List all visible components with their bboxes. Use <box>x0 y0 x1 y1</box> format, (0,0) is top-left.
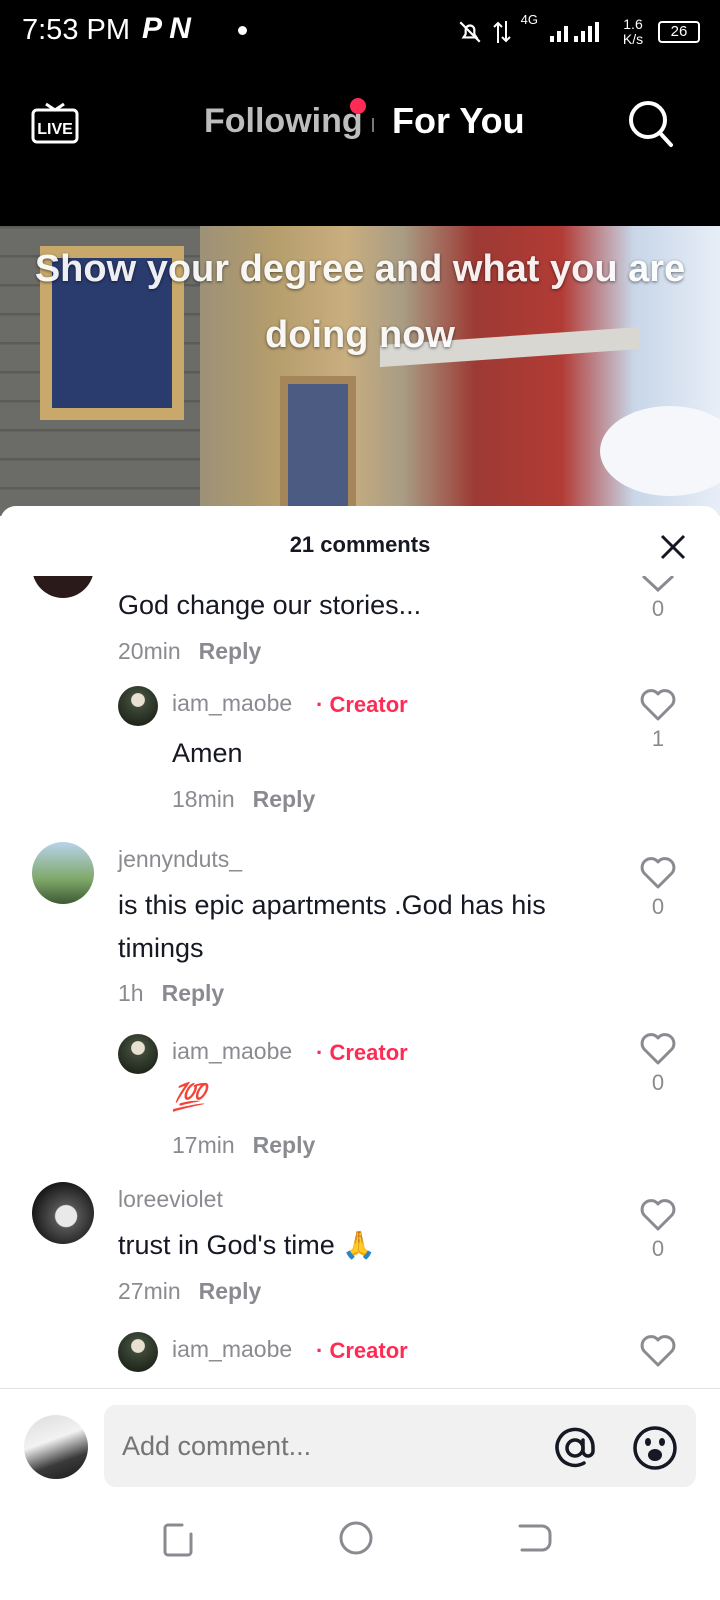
status-right-group: 4G 1.6 K/s 26 <box>457 12 700 52</box>
avatar[interactable] <box>118 1332 158 1372</box>
mention-at-icon[interactable] <box>552 1425 598 1471</box>
comment-text: God change our stories... <box>118 590 422 620</box>
reply-button[interactable]: Reply <box>162 980 225 1006</box>
comment-time: 1h <box>118 980 144 1006</box>
creator-badge: · Creator <box>316 1040 408 1065</box>
avatar[interactable] <box>118 1034 158 1074</box>
status-bar: 7:53 PM P N 4G 1.6 K/s 26 <box>0 0 720 66</box>
like-button[interactable]: 0 <box>638 576 678 622</box>
tab-following[interactable]: Following <box>204 102 363 141</box>
my-avatar[interactable] <box>24 1415 88 1479</box>
reply-button[interactable]: Reply <box>253 1132 316 1158</box>
comment-meta: 18min Reply <box>172 786 315 813</box>
status-time: 7:53 PM <box>22 14 130 46</box>
mute-bell-icon <box>459 21 481 43</box>
heart-icon <box>640 1033 676 1065</box>
creator-label: Creator <box>329 1040 408 1065</box>
comment-username[interactable]: jennynduts_ <box>118 846 242 873</box>
like-button[interactable]: 0 <box>638 1032 678 1096</box>
close-icon[interactable] <box>660 534 686 560</box>
comment-time: 20min <box>118 638 181 664</box>
home-icon[interactable] <box>336 1518 376 1558</box>
comment-text: Amen <box>172 738 243 768</box>
heart-icon <box>641 576 675 592</box>
reply-button[interactable]: Reply <box>253 786 316 812</box>
comments-count-title: 21 comments <box>289 532 431 557</box>
reply-button[interactable]: Reply <box>199 638 262 664</box>
comment-username[interactable]: iam_maobe <box>172 1336 292 1363</box>
comment-time: 27min <box>118 1278 181 1304</box>
battery-indicator: 26 <box>658 21 700 43</box>
creator-label: Creator <box>329 692 408 717</box>
comment-meta: 1h Reply <box>118 980 224 1007</box>
like-count: 0 <box>651 1070 665 1095</box>
data-arrows-icon <box>492 21 511 43</box>
comment-username[interactable]: iam_maobe <box>172 690 292 717</box>
heart-icon <box>640 1335 676 1367</box>
comment-username[interactable]: iam_maobe <box>172 1038 292 1065</box>
like-count: 0 <box>651 894 665 919</box>
avatar[interactable] <box>32 576 94 598</box>
comment-input[interactable] <box>104 1405 696 1487</box>
heart-icon <box>640 857 676 889</box>
door-frame <box>280 376 356 516</box>
back-icon[interactable] <box>514 1518 554 1558</box>
creator-badge: · Creator <box>316 1338 408 1363</box>
like-button[interactable]: 1 <box>638 688 678 752</box>
creator-label: Creator <box>329 1338 408 1363</box>
like-count: 1 <box>651 726 665 751</box>
like-count: 0 <box>651 596 665 621</box>
avatar[interactable] <box>118 686 158 726</box>
creator-badge: · Creator <box>316 692 408 717</box>
heart-icon <box>640 689 676 721</box>
like-button[interactable] <box>638 1334 678 1368</box>
emoji-icon[interactable] <box>632 1425 678 1471</box>
net-speed: 1.6 K/s <box>622 16 644 47</box>
notification-dot <box>350 98 366 114</box>
comment-time: 18min <box>172 786 235 812</box>
network-type: 4G <box>520 12 538 27</box>
tab-for-you[interactable]: For You <box>392 100 525 142</box>
reply-button[interactable]: Reply <box>199 1278 262 1304</box>
recents-icon[interactable] <box>158 1518 198 1558</box>
cloud <box>600 406 720 496</box>
like-button[interactable]: 0 <box>638 856 678 920</box>
heart-icon <box>640 1199 676 1231</box>
comment-time: 17min <box>172 1132 235 1158</box>
system-nav-bar <box>0 1488 720 1600</box>
video-caption: Show your degree and what you are doing … <box>34 248 686 356</box>
comment-meta: 27min Reply <box>118 1278 261 1305</box>
live-label: LIVE <box>37 121 73 138</box>
comment-text: trust in God's time 🙏 <box>118 1230 376 1260</box>
status-dot <box>238 26 247 35</box>
avatar[interactable] <box>32 842 94 904</box>
avatar[interactable] <box>32 1182 94 1244</box>
comment-input-bar <box>0 1388 720 1489</box>
tab-divider <box>372 118 374 132</box>
comment-text: is this epic apartments .God has his tim… <box>118 890 546 963</box>
live-icon[interactable]: LIVE <box>30 100 80 146</box>
comment-username[interactable]: loreeviolet <box>118 1186 223 1213</box>
comment-list[interactable]: God change our stories... 20min Reply 0 i… <box>0 576 720 1390</box>
comment-meta: 17min Reply <box>172 1132 315 1159</box>
comment-meta: 20min Reply <box>118 638 261 665</box>
comments-sheet: 21 comments God change our stories... 20… <box>0 506 720 1390</box>
search-icon[interactable] <box>626 96 676 150</box>
top-header: LIVE Following For You <box>0 66 720 226</box>
signal-icon <box>550 22 599 42</box>
like-count: 0 <box>651 1236 665 1261</box>
comment-text: 💯 <box>172 1082 206 1112</box>
like-button[interactable]: 0 <box>638 1198 678 1262</box>
status-app-letters: P N <box>142 12 191 45</box>
video-background[interactable]: Show your degree and what you are doing … <box>0 226 720 516</box>
